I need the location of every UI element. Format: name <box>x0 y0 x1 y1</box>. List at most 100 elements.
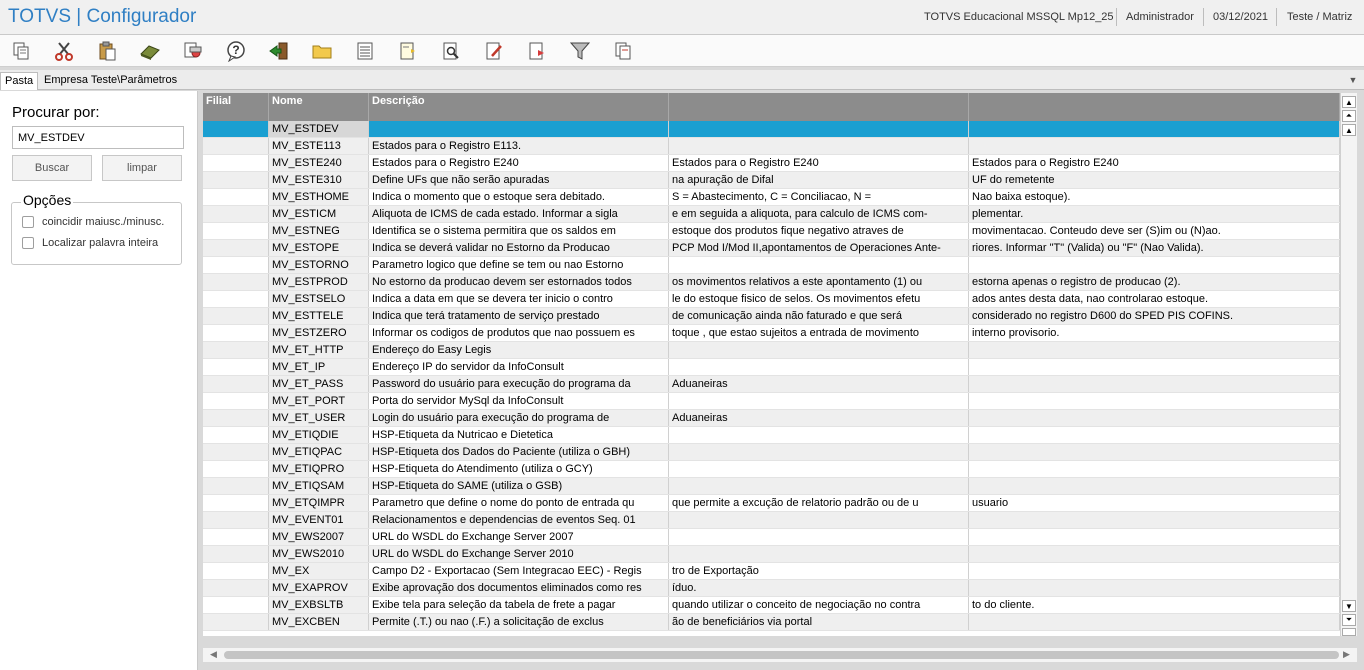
table-row[interactable]: MV_ETIQPAC HSP-Etiqueta dos Dados do Paci… <box>203 444 1340 461</box>
cell-filial[interactable] <box>203 206 269 222</box>
cell-nome[interactable]: MV_EVENT01 <box>269 512 369 528</box>
scroll-up-icon[interactable]: ▲ <box>1342 124 1356 136</box>
cell-descricao-3[interactable] <box>969 393 1340 409</box>
cell-descricao-3[interactable] <box>969 138 1340 154</box>
cell-descricao[interactable]: Identifica se o sistema permitira que os… <box>369 223 669 239</box>
cell-descricao-3[interactable]: Estados para o Registro E240 <box>969 155 1340 171</box>
cell-nome[interactable]: MV_ESTE310 <box>269 172 369 188</box>
document-copy-icon[interactable] <box>611 39 635 63</box>
cell-descricao-2[interactable]: ão de beneficiários via portal <box>669 614 969 630</box>
cell-descricao-2[interactable] <box>669 359 969 375</box>
cell-descricao-3[interactable] <box>969 257 1340 273</box>
cell-nome[interactable]: MV_ESTNEG <box>269 223 369 239</box>
cell-descricao[interactable]: URL do WSDL do Exchange Server 2007 <box>369 529 669 545</box>
cell-descricao-3[interactable] <box>969 342 1340 358</box>
search-input[interactable] <box>12 126 184 149</box>
clear-button[interactable]: limpar <box>102 155 182 181</box>
cell-descricao-3[interactable]: considerado no registro D600 do SPED PIS… <box>969 308 1340 324</box>
scroll-page-up-icon[interactable]: ⏶ <box>1342 110 1356 122</box>
cell-descricao[interactable]: No estorno da producao devem ser estorna… <box>369 274 669 290</box>
cell-filial[interactable] <box>203 427 269 443</box>
column-header-descricao-3[interactable] <box>969 93 1340 121</box>
cell-descricao-2[interactable] <box>669 257 969 273</box>
cell-filial[interactable] <box>203 410 269 426</box>
cell-filial[interactable] <box>203 172 269 188</box>
list-icon[interactable] <box>353 39 377 63</box>
cell-filial[interactable] <box>203 512 269 528</box>
cell-nome[interactable]: MV_ESTPROD <box>269 274 369 290</box>
cell-descricao-3[interactable] <box>969 461 1340 477</box>
table-row[interactable]: MV_ESTE310 Define UFs que não serão apura… <box>203 172 1340 189</box>
cell-descricao-3[interactable]: plementar. <box>969 206 1340 222</box>
cell-descricao-3[interactable]: Nao baixa estoque). <box>969 189 1340 205</box>
cell-descricao-2[interactable]: de comunicação ainda não faturado e que … <box>669 308 969 324</box>
scroll-left-icon[interactable]: ◀ <box>210 649 217 660</box>
table-row[interactable]: MV_ET_USER Login do usuário para execução… <box>203 410 1340 427</box>
table-row[interactable]: MV_ESTOPE Indica se deverá validar no Est… <box>203 240 1340 257</box>
cell-descricao-3[interactable] <box>969 376 1340 392</box>
cell-filial[interactable] <box>203 495 269 511</box>
cell-descricao-3[interactable] <box>969 478 1340 494</box>
table-row[interactable]: MV_ESTSELO Indica a data em que se devera… <box>203 291 1340 308</box>
cell-descricao-2[interactable] <box>669 138 969 154</box>
print-preview-icon[interactable] <box>181 39 205 63</box>
cell-descricao-2[interactable] <box>669 529 969 545</box>
cell-descricao[interactable]: Informar os codigos de produtos que nao … <box>369 325 669 341</box>
cell-filial[interactable] <box>203 580 269 596</box>
cell-descricao-3[interactable] <box>969 563 1340 579</box>
cell-descricao-3[interactable] <box>969 614 1340 630</box>
scroll-down-icon[interactable]: ▼ <box>1342 600 1356 612</box>
table-row[interactable]: MV_ESTZERO Informar os codigos de produto… <box>203 325 1340 342</box>
cell-descricao-3[interactable]: estorna apenas o registro de producao (2… <box>969 274 1340 290</box>
table-row[interactable]: MV_EX Campo D2 - Exportacao (Sem Integrac… <box>203 563 1340 580</box>
cell-descricao-2[interactable] <box>669 461 969 477</box>
cell-descricao-2[interactable] <box>669 393 969 409</box>
cell-nome[interactable]: MV_EXCBEN <box>269 614 369 630</box>
cell-descricao[interactable]: HSP-Etiqueta da Nutricao e Dietetica <box>369 427 669 443</box>
cell-descricao-2[interactable]: le do estoque fisico de selos. Os movime… <box>669 291 969 307</box>
horizontal-scrollbar[interactable]: ◀ ▶ <box>203 648 1357 662</box>
cell-nome[interactable]: MV_ESTHOME <box>269 189 369 205</box>
cell-descricao[interactable]: Exibe tela para seleção da tabela de fre… <box>369 597 669 613</box>
search-button[interactable]: Buscar <box>12 155 92 181</box>
eraser-icon[interactable] <box>138 39 162 63</box>
horizontal-scroll-thumb[interactable] <box>224 651 1339 659</box>
cell-descricao-3[interactable] <box>969 512 1340 528</box>
cut-icon[interactable] <box>52 39 76 63</box>
copy-icon[interactable] <box>9 39 33 63</box>
cell-descricao-2[interactable]: S = Abastecimento, C = Conciliacao, N = <box>669 189 969 205</box>
table-row[interactable]: MV_ET_IP Endereço IP do servidor da InfoC… <box>203 359 1340 376</box>
cell-descricao-2[interactable]: íduo. <box>669 580 969 596</box>
cell-filial[interactable] <box>203 393 269 409</box>
cell-filial[interactable] <box>203 138 269 154</box>
cell-filial[interactable] <box>203 614 269 630</box>
cell-nome[interactable]: MV_ET_PASS <box>269 376 369 392</box>
cell-descricao[interactable]: Define UFs que não serão apuradas <box>369 172 669 188</box>
cell-nome[interactable]: MV_ETQIMPR <box>269 495 369 511</box>
cell-filial[interactable] <box>203 546 269 562</box>
cell-descricao-3[interactable]: to do cliente. <box>969 597 1340 613</box>
column-header-filial[interactable]: Filial <box>203 93 269 121</box>
cell-nome[interactable]: MV_ESTDEV <box>269 121 369 137</box>
table-row[interactable]: MV_ESTNEG Identifica se o sistema permiti… <box>203 223 1340 240</box>
cell-nome[interactable]: MV_ESTE113 <box>269 138 369 154</box>
cell-descricao[interactable]: Parametro logico que define se tem ou na… <box>369 257 669 273</box>
cell-descricao[interactable]: HSP-Etiqueta do SAME (utiliza o GSB) <box>369 478 669 494</box>
table-row[interactable]: MV_ESTHOME Indica o momento que o estoque… <box>203 189 1340 206</box>
cell-nome[interactable]: MV_EX <box>269 563 369 579</box>
cell-descricao-3[interactable]: interno provisorio. <box>969 325 1340 341</box>
cell-nome[interactable]: MV_ESTSELO <box>269 291 369 307</box>
cell-descricao-2[interactable]: que permite a excução de relatorio padrã… <box>669 495 969 511</box>
cell-descricao-3[interactable]: usuario <box>969 495 1340 511</box>
cell-filial[interactable] <box>203 121 269 137</box>
cell-descricao-2[interactable]: Estados para o Registro E240 <box>669 155 969 171</box>
cell-nome[interactable]: MV_ESTZERO <box>269 325 369 341</box>
cell-descricao[interactable]: Parametro que define o nome do ponto de … <box>369 495 669 511</box>
cell-nome[interactable]: MV_ETIQPAC <box>269 444 369 460</box>
cell-descricao-2[interactable] <box>669 512 969 528</box>
table-row[interactable]: MV_EXAPROV Exibe aprovação dos documentos… <box>203 580 1340 597</box>
cell-descricao-3[interactable]: movimentacao. Conteudo deve ser (S)im ou… <box>969 223 1340 239</box>
cell-descricao-2[interactable]: Aduaneiras <box>669 376 969 392</box>
cell-descricao-2[interactable]: e em seguida a aliquota, para calculo de… <box>669 206 969 222</box>
cell-descricao[interactable]: Exibe aprovação dos documentos eliminado… <box>369 580 669 596</box>
